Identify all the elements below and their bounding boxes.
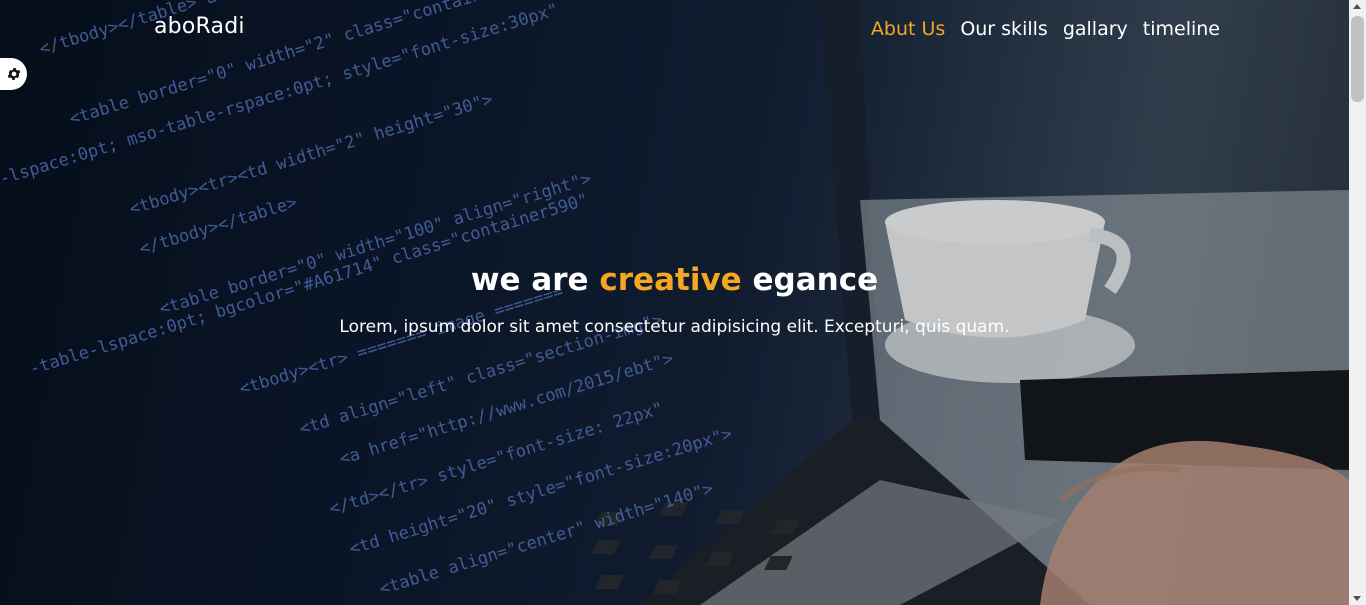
nav-item-skills: Our skills [960, 18, 1048, 40]
nav-item-timeline: timeline [1143, 18, 1220, 40]
scroll-up-arrow-icon[interactable] [1353, 4, 1361, 9]
nav-item-gallery: gallary [1063, 18, 1128, 40]
nav-item-about: Abut Us [871, 18, 945, 40]
hero-headline: we are creative egance [0, 262, 1349, 298]
hero-tagline: Lorem, ipsum dolor sit amet consectetur … [339, 317, 1010, 337]
hero-overlay [0, 0, 1349, 605]
scroll-thumb[interactable] [1351, 16, 1364, 102]
site-logo[interactable]: aboRadi [154, 14, 245, 39]
navbar: aboRadi Abut Us Our skills gallary timel… [0, 0, 1349, 60]
page-scrollbar[interactable] [1349, 0, 1366, 605]
gear-icon [7, 68, 20, 80]
hero-section: </tbody></table> align="left" cellpaddin… [0, 0, 1349, 605]
nav-link-skills[interactable]: Our skills [960, 18, 1048, 40]
headline-end: egance [752, 262, 879, 298]
nav-link-about[interactable]: Abut Us [871, 18, 945, 40]
main-nav: Abut Us Our skills gallary timeline [871, 18, 1220, 40]
nav-link-gallery[interactable]: gallary [1063, 18, 1128, 40]
headline-start: we are [470, 262, 589, 298]
scroll-down-arrow-icon[interactable] [1353, 596, 1361, 601]
nav-link-timeline[interactable]: timeline [1143, 18, 1220, 40]
headline-accent: creative [599, 262, 742, 298]
